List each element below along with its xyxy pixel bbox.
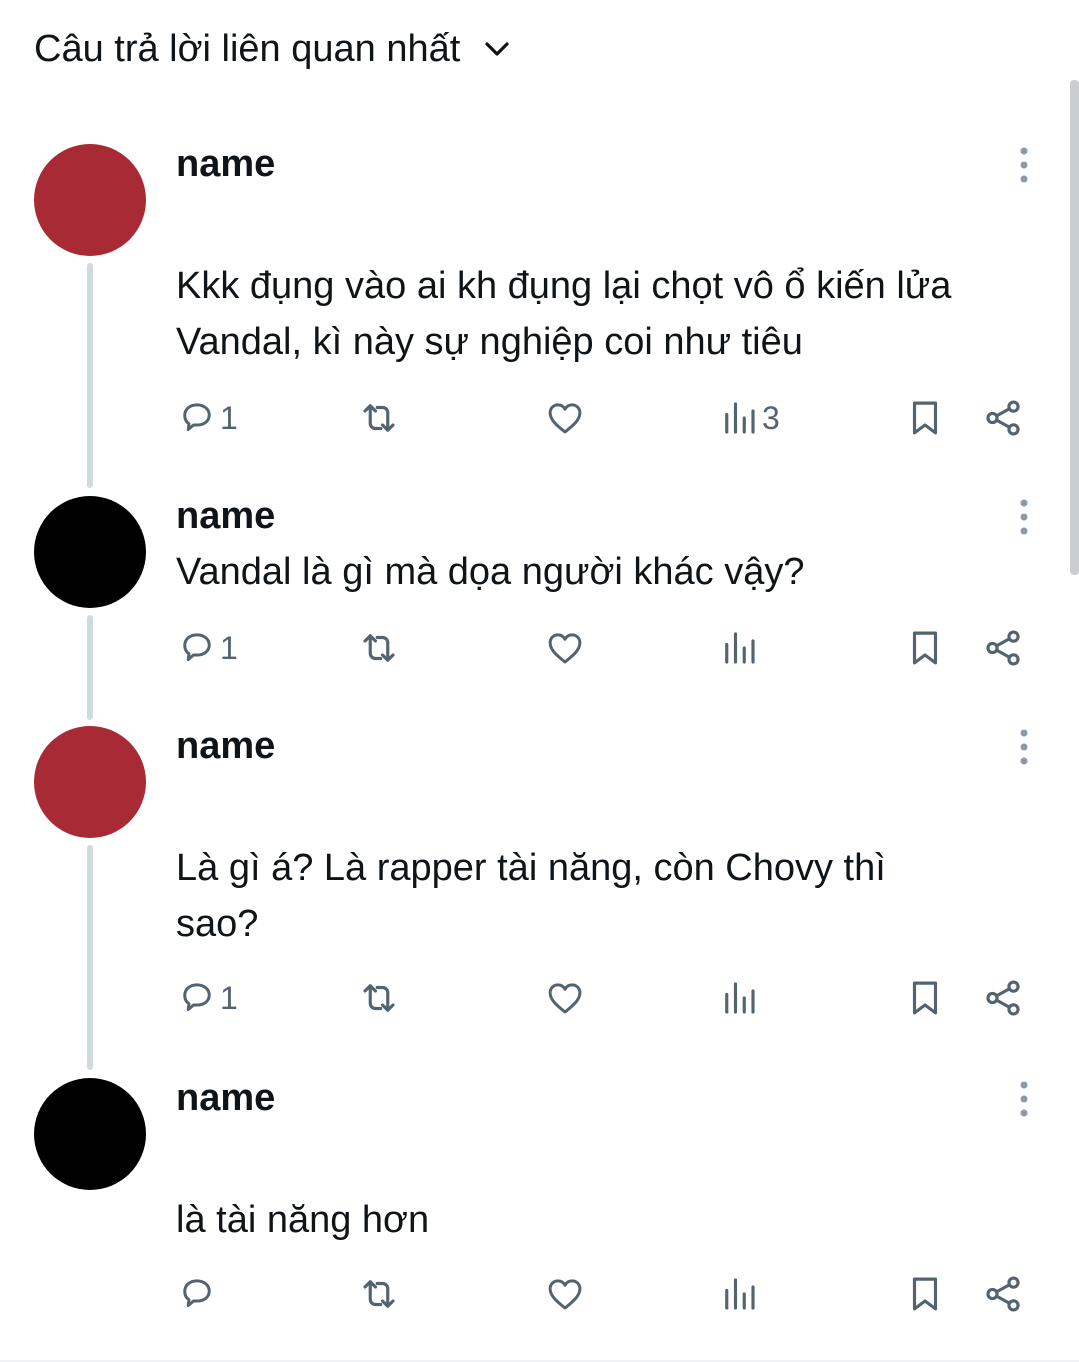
bookmark-icon bbox=[912, 1277, 938, 1311]
reply-author-name[interactable]: name bbox=[176, 494, 275, 538]
reply-actions: 1 bbox=[0, 974, 1079, 1022]
reply-button[interactable]: 1 bbox=[176, 974, 238, 1022]
chevron-down-icon bbox=[485, 42, 509, 56]
comment-icon bbox=[183, 983, 211, 1012]
heart-icon bbox=[548, 983, 582, 1014]
bookmark-button[interactable] bbox=[904, 974, 946, 1022]
avatar[interactable] bbox=[34, 726, 146, 838]
views-icon bbox=[725, 402, 755, 434]
thread-line bbox=[87, 263, 93, 488]
reply-text: là tài năng hơn bbox=[176, 1199, 430, 1241]
reply-count: 1 bbox=[220, 629, 238, 666]
like-button[interactable] bbox=[544, 624, 586, 672]
bookmark-icon bbox=[912, 401, 938, 435]
share-icon bbox=[986, 630, 1020, 666]
heart-icon bbox=[548, 403, 582, 434]
more-options-icon[interactable] bbox=[1004, 1077, 1044, 1121]
bookmark-icon bbox=[912, 981, 938, 1015]
more-options-icon[interactable] bbox=[1004, 495, 1044, 539]
reply-author-name[interactable]: name bbox=[176, 142, 275, 186]
repost-icon bbox=[363, 634, 395, 662]
heart-icon bbox=[548, 633, 582, 664]
like-button[interactable] bbox=[544, 1270, 586, 1318]
reply-count: 1 bbox=[220, 979, 238, 1016]
views-count: 3 bbox=[762, 399, 780, 436]
avatar[interactable] bbox=[34, 1078, 146, 1190]
heart-icon bbox=[548, 1279, 582, 1310]
views-button[interactable] bbox=[718, 1270, 762, 1318]
bookmark-icon bbox=[912, 631, 938, 665]
share-button[interactable] bbox=[982, 974, 1024, 1022]
repost-button[interactable] bbox=[358, 1270, 400, 1318]
reply-button[interactable]: 1 bbox=[176, 624, 238, 672]
reply-text: Là gì á? Là rapper tài năng, còn Chovy t… bbox=[176, 847, 886, 945]
views-icon bbox=[725, 632, 755, 664]
reply-actions: 1 bbox=[0, 624, 1079, 672]
views-button[interactable]: 3 bbox=[718, 394, 780, 442]
more-options-icon[interactable] bbox=[1004, 143, 1044, 187]
reply-author-name[interactable]: name bbox=[176, 1076, 275, 1120]
reply-actions: 1 3 bbox=[0, 394, 1079, 442]
share-button[interactable] bbox=[982, 1270, 1024, 1318]
reply-text: Kkk đụng vào ai kh đụng lại chọt vô ổ ki… bbox=[176, 265, 952, 363]
comment-icon bbox=[183, 403, 211, 432]
reply-actions bbox=[0, 1270, 1079, 1318]
repost-button[interactable] bbox=[358, 624, 400, 672]
more-options-icon[interactable] bbox=[1004, 725, 1044, 769]
reply-button[interactable] bbox=[176, 1270, 220, 1318]
scrollbar[interactable] bbox=[1070, 80, 1079, 575]
reply-button[interactable]: 1 bbox=[176, 394, 238, 442]
repost-button[interactable] bbox=[358, 974, 400, 1022]
share-icon bbox=[986, 1276, 1020, 1312]
repost-icon bbox=[363, 404, 395, 432]
avatar[interactable] bbox=[34, 144, 146, 256]
reply-count: 1 bbox=[220, 399, 238, 436]
thread-line bbox=[87, 845, 93, 1070]
reply-author-name[interactable]: name bbox=[176, 724, 275, 768]
share-button[interactable] bbox=[982, 624, 1024, 672]
repost-button[interactable] bbox=[358, 394, 400, 442]
sort-dropdown[interactable]: Câu trả lời liên quan nhất bbox=[34, 24, 512, 74]
share-button[interactable] bbox=[982, 394, 1024, 442]
views-button[interactable] bbox=[718, 624, 762, 672]
bookmark-button[interactable] bbox=[904, 1270, 946, 1318]
views-icon bbox=[725, 982, 755, 1014]
views-icon bbox=[725, 1278, 755, 1310]
like-button[interactable] bbox=[544, 394, 586, 442]
comment-icon bbox=[183, 1279, 211, 1308]
views-button[interactable] bbox=[718, 974, 762, 1022]
reply-text: Vandal là gì mà dọa người khác vậy? bbox=[176, 551, 805, 593]
repost-icon bbox=[363, 984, 395, 1012]
sort-label: Câu trả lời liên quan nhất bbox=[34, 27, 461, 70]
repost-icon bbox=[363, 1280, 395, 1308]
comment-icon bbox=[183, 633, 211, 662]
avatar[interactable] bbox=[34, 496, 146, 608]
share-icon bbox=[986, 980, 1020, 1016]
bookmark-button[interactable] bbox=[904, 624, 946, 672]
like-button[interactable] bbox=[544, 974, 586, 1022]
bookmark-button[interactable] bbox=[904, 394, 946, 442]
share-icon bbox=[986, 400, 1020, 436]
